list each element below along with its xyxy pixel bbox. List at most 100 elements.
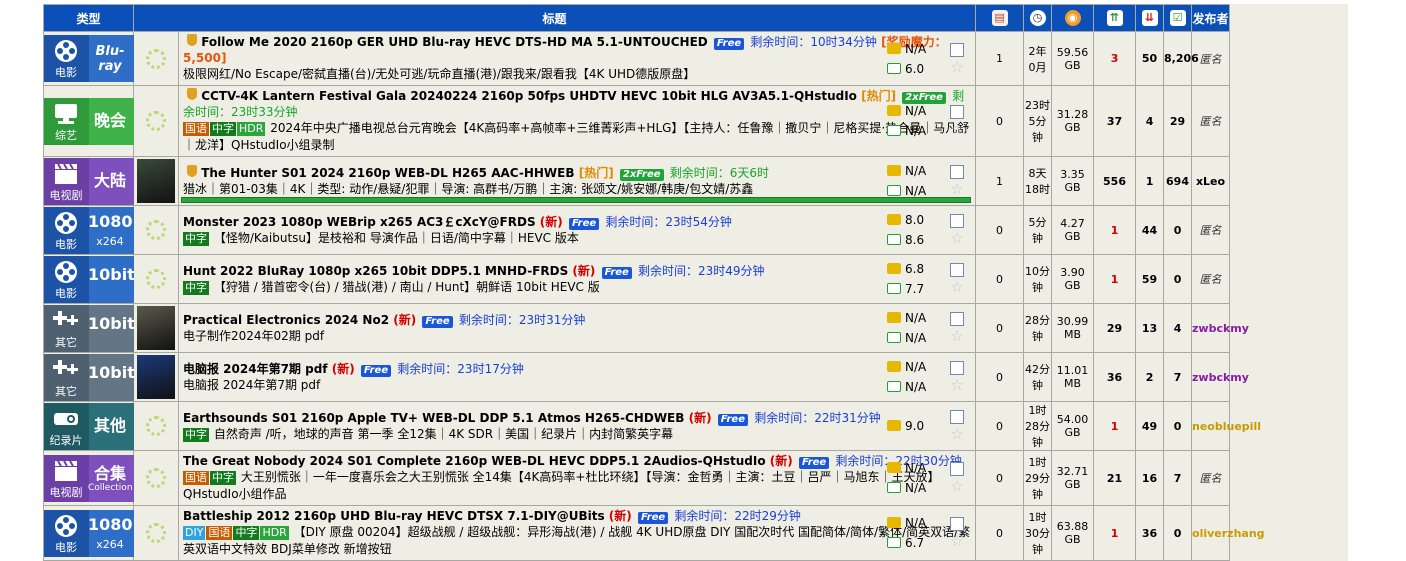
completed-header[interactable]: ☑	[1163, 4, 1193, 32]
download-icon[interactable]	[950, 410, 965, 424]
bookmark-star-icon[interactable]: ☆	[945, 122, 969, 137]
download-icon[interactable]	[950, 312, 965, 326]
bookmark-star-icon[interactable]: ☆	[945, 479, 969, 494]
bookmark-star-icon[interactable]: ☆	[945, 534, 969, 549]
poster-thumbnail[interactable]	[137, 306, 175, 350]
comments-count[interactable]: 0	[996, 472, 1003, 485]
torrent-subtitle: 猎冰｜第01-03集｜4K｜类型: 动作/悬疑/犯罪｜导演: 高群书/万鹏｜主演…	[183, 181, 754, 196]
torrent-title-link[interactable]: Earthsounds S01 2160p Apple TV+ WEB-DL D…	[183, 411, 684, 425]
torrent-title-link[interactable]: The Hunter S01 2024 2160p WEB-DL H265 AA…	[201, 166, 574, 180]
torrent-title-link[interactable]: The Great Nobody 2024 S01 Complete 2160p…	[183, 454, 766, 468]
download-icon[interactable]	[950, 105, 965, 119]
imdb-rating: 9.0	[883, 416, 935, 436]
torrent-title-link[interactable]: Hunt 2022 BluRay 1080p x265 10bit DDP5.1…	[183, 264, 568, 278]
bookmark-star-icon[interactable]: ☆	[945, 231, 969, 246]
uploader-header[interactable]: 发布者	[1191, 4, 1231, 32]
torrent-title-link[interactable]: CCTV-4K Lantern Festival Gala 20240224 2…	[201, 89, 857, 103]
poster-cell[interactable]	[133, 31, 179, 86]
type-header[interactable]: 类型	[43, 4, 134, 32]
uploader-name: 匿名	[1199, 224, 1222, 237]
size-icon: ◉	[1064, 10, 1081, 26]
comments-count[interactable]: 1	[996, 175, 1003, 188]
comments-count[interactable]: 0	[996, 371, 1003, 384]
poster-thumbnail[interactable]	[137, 159, 175, 203]
leechers-count: 49	[1141, 419, 1158, 433]
poster-cell[interactable]	[133, 205, 179, 255]
douban-rating: N/A	[883, 478, 935, 498]
download-icon[interactable]	[950, 263, 965, 277]
category-badge[interactable]: 电影 10bit	[44, 255, 134, 303]
comments-count[interactable]: 0	[996, 322, 1003, 335]
category-cell[interactable]: 其它 10bit	[43, 352, 134, 402]
poster-cell[interactable]	[133, 450, 179, 506]
download-icon[interactable]	[950, 165, 965, 179]
poster-thumbnail[interactable]	[137, 355, 175, 399]
torrent-title-link[interactable]: Battleship 2012 2160p UHD Blu-ray HEVC D…	[183, 509, 605, 523]
category-badge[interactable]: 电影 Blu-ray	[44, 35, 134, 82]
category-badge[interactable]: 纪录片 其他	[44, 402, 134, 450]
comments-count[interactable]: 0	[996, 420, 1003, 433]
seeders-header[interactable]: ⇈	[1093, 4, 1137, 32]
category-badge[interactable]: 电影 1080 x264	[44, 206, 134, 254]
category-cell[interactable]: 其它 10bit	[43, 303, 134, 353]
poster-cell[interactable]	[133, 401, 179, 451]
bookmark-star-icon[interactable]: ☆	[945, 378, 969, 393]
category-badge[interactable]: 综艺 晚会	[44, 97, 134, 145]
torrent-title-link[interactable]: Practical Electronics 2024 No2	[183, 313, 389, 327]
poster-cell[interactable]	[133, 352, 179, 402]
uploader-name[interactable]: zwbckmy	[1192, 371, 1249, 384]
bookmark-star-icon[interactable]: ☆	[945, 280, 969, 295]
comments-count[interactable]: 0	[996, 115, 1003, 128]
title-header[interactable]: 标题	[132, 4, 977, 32]
bookmark-star-icon[interactable]: ☆	[945, 182, 969, 197]
leechers-header[interactable]: ⇊	[1135, 4, 1165, 32]
category-cell[interactable]: 电影 1080 x264	[43, 505, 134, 561]
bookmark-star-icon[interactable]: ☆	[945, 427, 969, 442]
category-badge[interactable]: 电影 1080 x264	[44, 509, 134, 557]
comments-header[interactable]: ▤	[975, 4, 1025, 32]
category-cell[interactable]: 电影 Blu-ray	[43, 31, 134, 86]
poster-cell[interactable]	[133, 254, 179, 304]
comments-count[interactable]: 1	[996, 52, 1003, 65]
uploader-name[interactable]: zwbckmy	[1192, 322, 1249, 335]
category-cell[interactable]: 电视剧 合集 Collection	[43, 450, 134, 506]
poster-cell[interactable]	[133, 303, 179, 353]
poster-cell[interactable]	[133, 156, 179, 206]
category-cell[interactable]: 电视剧 大陆	[43, 156, 134, 206]
uploader-name[interactable]: neobluepill	[1192, 420, 1261, 433]
bookmark-star-icon[interactable]: ☆	[945, 59, 969, 75]
seeders-count: 37	[1106, 114, 1123, 128]
bookmark-star-icon[interactable]: ☆	[945, 329, 969, 344]
category-cell[interactable]: 电影 10bit	[43, 254, 134, 304]
download-icon[interactable]	[950, 42, 965, 57]
category-badge[interactable]: 电视剧 大陆	[44, 157, 134, 205]
comments-count[interactable]: 0	[996, 527, 1003, 540]
title-line: Practical Electronics 2024 No2 (新) Free …	[183, 312, 971, 328]
download-icon[interactable]	[950, 462, 965, 476]
poster-cell[interactable]	[133, 505, 179, 561]
comments-count[interactable]: 0	[996, 273, 1003, 286]
new-badge: (新)	[608, 509, 632, 523]
comments-count[interactable]: 0	[996, 224, 1003, 237]
category-cell[interactable]: 纪录片 其他	[43, 401, 134, 451]
torrent-title-link[interactable]: Monster 2023 1080p WEBrip x265 AC3￡cXcY@…	[183, 215, 536, 229]
subtitle-line: DIY 国语 中字 HDR 【DIY 原盘 00204】超级战舰 / 超级战舰：异形海…	[183, 524, 971, 558]
category-cell[interactable]: 综艺 晚会	[43, 85, 134, 157]
torrent-title-link[interactable]: 电脑报 2024年第7期 pdf	[183, 362, 328, 376]
category-badge[interactable]: 其它 10bit	[44, 353, 134, 401]
download-icon[interactable]	[950, 517, 965, 531]
new-badge: (新)	[331, 361, 355, 376]
category-badge[interactable]: 电视剧 合集 Collection	[44, 454, 134, 502]
uploader-name[interactable]: xLeo	[1196, 175, 1225, 188]
download-icon[interactable]	[950, 361, 965, 375]
size-header[interactable]: ◉	[1051, 4, 1095, 32]
uploader-name[interactable]: oliverzhang	[1192, 527, 1265, 540]
category-badge[interactable]: 其它 10bit	[44, 304, 134, 352]
poster-cell[interactable]	[133, 85, 179, 157]
file-size-cell: 63.88 GB	[1051, 505, 1095, 561]
torrent-title-link[interactable]: Follow Me 2020 2160p GER UHD Blu-ray HEV…	[201, 35, 708, 49]
time-header[interactable]: ◷	[1023, 4, 1053, 32]
ratings-block: N/A N/A	[883, 458, 935, 498]
download-icon[interactable]	[950, 214, 965, 228]
category-cell[interactable]: 电影 1080 x264	[43, 205, 134, 255]
